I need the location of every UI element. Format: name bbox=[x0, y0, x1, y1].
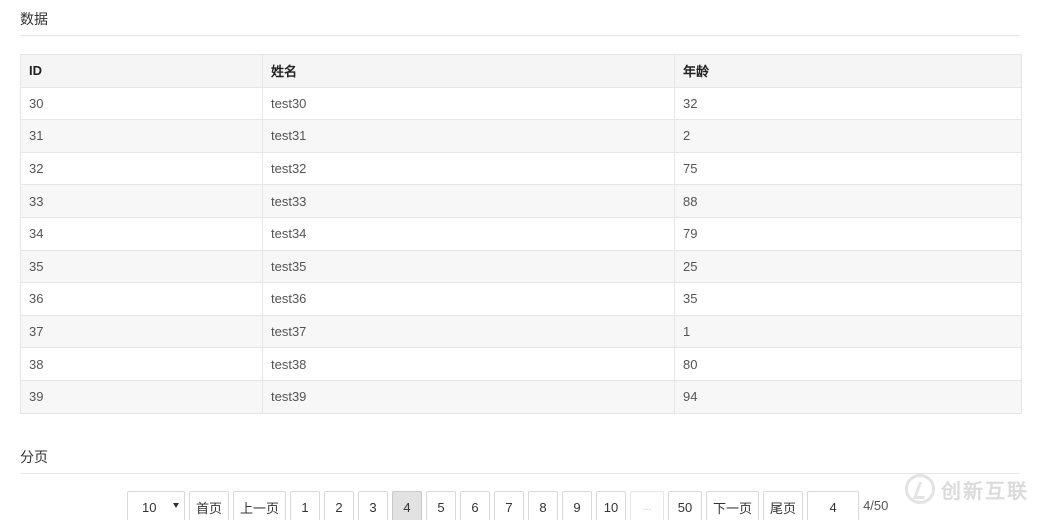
watermark-text: 创新互联 bbox=[941, 480, 1029, 503]
pagination-ellipsis: ... bbox=[630, 491, 665, 520]
page-size-value: 10 bbox=[142, 500, 157, 515]
cell-age: 80 bbox=[674, 347, 1022, 381]
cell-name: test36 bbox=[262, 282, 675, 316]
chevron-down-icon bbox=[173, 503, 179, 508]
data-section-title: 数据 bbox=[20, 9, 1020, 36]
next-page-button[interactable]: 下一页 bbox=[706, 491, 760, 520]
cell-age: 79 bbox=[674, 216, 1022, 251]
watermark: 创新互联 bbox=[905, 474, 1029, 504]
cell-name: test34 bbox=[262, 216, 675, 251]
table-row: 33 test33 88 bbox=[20, 184, 1022, 218]
cell-name: test38 bbox=[262, 347, 675, 381]
cell-id: 32 bbox=[20, 151, 263, 186]
jump-page-input[interactable] bbox=[807, 491, 860, 520]
cell-name: test32 bbox=[262, 151, 675, 186]
cell-name: test35 bbox=[262, 249, 675, 284]
page-number-list: 1 2 3 4 5 6 7 8 9 10 bbox=[290, 491, 630, 520]
cell-age: 75 bbox=[674, 151, 1022, 186]
cell-name: test33 bbox=[262, 184, 675, 218]
cell-id: 37 bbox=[20, 314, 263, 349]
first-page-button[interactable]: 首页 bbox=[189, 491, 230, 520]
cell-name: test30 bbox=[262, 86, 675, 121]
pagination-bar: 10 首页 上一页 12345678910 ... 50 下一页 尾页 4/50 bbox=[127, 491, 888, 520]
brand-logo-icon bbox=[905, 474, 935, 504]
cell-id: 31 bbox=[20, 119, 263, 153]
table-row: 37 test37 1 bbox=[20, 314, 1022, 349]
cell-id: 30 bbox=[20, 86, 263, 121]
page-number-button-10[interactable]: 10 bbox=[596, 491, 627, 520]
table-row: 39 test39 94 bbox=[20, 379, 1022, 414]
pagination-section-title: 分页 bbox=[20, 447, 1020, 474]
table-row: 34 test34 79 bbox=[20, 216, 1022, 251]
prev-page-button[interactable]: 上一页 bbox=[233, 491, 287, 520]
cell-name: test37 bbox=[262, 314, 675, 349]
page-number-button-3[interactable]: 3 bbox=[358, 491, 389, 520]
cell-age: 2 bbox=[674, 119, 1022, 153]
data-table: ID 姓名 年龄 30 test30 32 31 test31 2 32 test32 75 33… bbox=[20, 54, 1022, 414]
cell-id: 33 bbox=[20, 184, 263, 218]
page-count-label: 4/50 bbox=[863, 498, 889, 513]
page-number-button-8[interactable]: 8 bbox=[528, 491, 559, 520]
cell-age: 1 bbox=[674, 314, 1022, 349]
column-header-age: 年龄 bbox=[674, 54, 1022, 88]
table-row: 30 test30 32 bbox=[20, 86, 1022, 121]
page-number-button-1[interactable]: 1 bbox=[290, 491, 321, 520]
cell-id: 39 bbox=[20, 379, 263, 414]
table-row: 31 test31 2 bbox=[20, 119, 1022, 153]
cell-age: 25 bbox=[674, 249, 1022, 284]
page-size-select[interactable]: 10 bbox=[127, 491, 185, 520]
table-row: 38 test38 80 bbox=[20, 347, 1022, 381]
cell-id: 34 bbox=[20, 216, 263, 251]
cell-age: 94 bbox=[674, 379, 1022, 414]
page-number-button-7[interactable]: 7 bbox=[494, 491, 525, 520]
cell-id: 35 bbox=[20, 249, 263, 284]
table-row: 35 test35 25 bbox=[20, 249, 1022, 284]
table-header-row: ID 姓名 年龄 bbox=[20, 54, 1022, 88]
column-header-id: ID bbox=[20, 54, 263, 88]
column-header-name: 姓名 bbox=[262, 54, 675, 88]
cell-age: 88 bbox=[674, 184, 1022, 218]
cell-age: 35 bbox=[674, 282, 1022, 316]
table-row: 32 test32 75 bbox=[20, 151, 1022, 186]
page-number-button-5[interactable]: 5 bbox=[426, 491, 457, 520]
page-number-button-4[interactable]: 4 bbox=[392, 491, 423, 520]
table-row: 36 test36 35 bbox=[20, 282, 1022, 316]
page-number-button-9[interactable]: 9 bbox=[562, 491, 593, 520]
page-number-button-2[interactable]: 2 bbox=[324, 491, 355, 520]
last-page-number-button[interactable]: 50 bbox=[668, 491, 703, 520]
cell-age: 32 bbox=[674, 86, 1022, 121]
cell-id: 38 bbox=[20, 347, 263, 381]
page-number-button-6[interactable]: 6 bbox=[460, 491, 491, 520]
last-page-button[interactable]: 尾页 bbox=[763, 491, 804, 520]
cell-name: test39 bbox=[262, 379, 675, 414]
page: 数据 ID 姓名 年龄 30 test30 32 31 test31 2 32 test32 7… bbox=[0, 0, 1037, 520]
cell-name: test31 bbox=[262, 119, 675, 153]
cell-id: 36 bbox=[20, 282, 263, 316]
